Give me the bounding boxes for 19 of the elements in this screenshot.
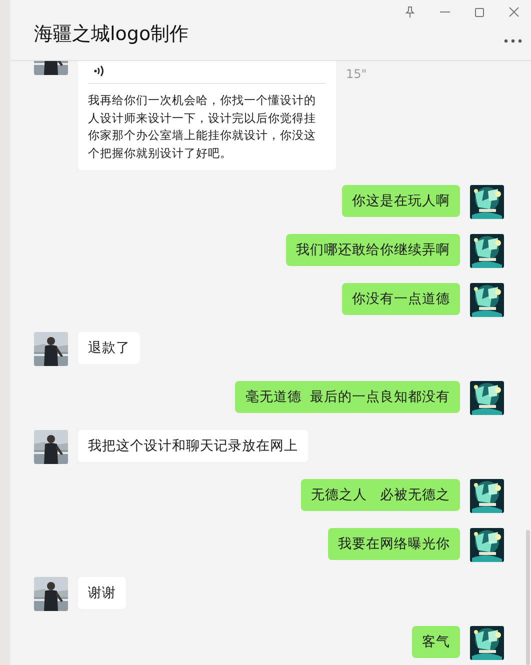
voice-icon[interactable] <box>94 65 104 77</box>
message-bubble: 客气 <box>412 626 460 658</box>
message-bubble: 谢谢 <box>78 577 126 609</box>
message-bubble: 我们哪还敢给你继续弄啊 <box>286 234 460 266</box>
message-bubble: 你没有一点道德 <box>342 283 460 315</box>
pin-icon[interactable] <box>405 6 415 18</box>
close-icon[interactable] <box>509 7 519 17</box>
maximize-icon[interactable] <box>475 8 484 16</box>
message-bubble: 你这是在玩人啊 <box>342 185 460 217</box>
message-bubble: 我把这个设计和聊天记录放在网上 <box>78 430 308 462</box>
voice-duration: 15" <box>346 67 367 81</box>
message-bubble: 无德之人 必被无德之 <box>301 479 460 511</box>
message-bubble: 我要在网络曝光你 <box>328 528 460 560</box>
more-icon[interactable] <box>504 39 522 43</box>
message-bubble: 退款了 <box>78 332 140 364</box>
minimize-icon[interactable] <box>440 11 450 13</box>
voice-transcript: 我再给你们一次机会哈，你找一个懂设计的人设计师来设计一下，设计完以后你觉得挂你家那个办公室墙上能挂你就设计，你没这个把握你就别设计了好吧。 <box>88 92 317 162</box>
window-title: 海疆之城logo制作 <box>34 22 189 47</box>
message-bubble: 毫无道德 最后的一点良知都没有 <box>235 381 460 413</box>
